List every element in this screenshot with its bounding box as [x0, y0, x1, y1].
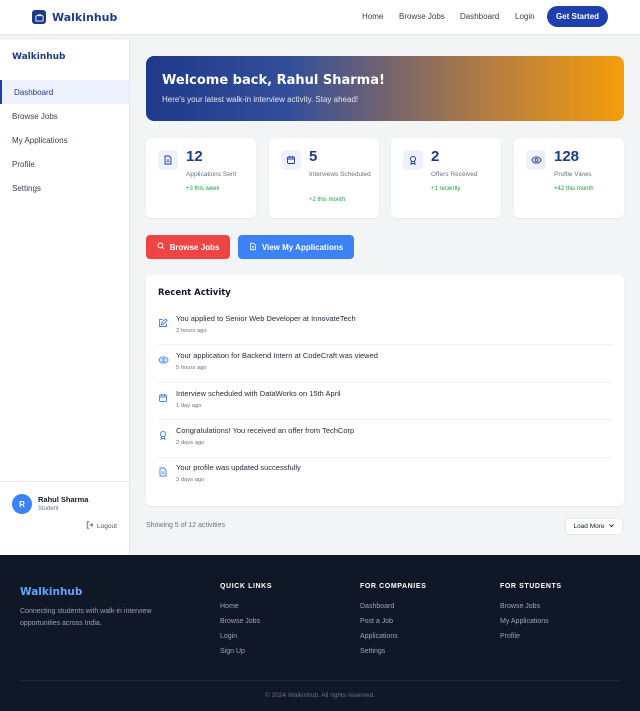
- activity-text: You applied to Senior Web Developer at I…: [176, 314, 356, 323]
- eye-icon: [158, 352, 169, 364]
- document-icon: [158, 464, 168, 477]
- view-applications-button[interactable]: View My Applications: [238, 235, 354, 259]
- award-icon: [158, 427, 168, 441]
- load-more-label: Load More: [573, 523, 605, 530]
- search-icon: [157, 242, 165, 252]
- user-role: Student: [38, 506, 59, 512]
- footer-heading: FOR COMPANIES: [360, 583, 427, 590]
- eye-icon: [526, 150, 546, 170]
- sidebar-title: Walkinhub: [12, 52, 66, 62]
- activity-time: 3 days ago: [176, 477, 205, 483]
- stat-value: 12: [186, 148, 203, 165]
- activity-text: Congratulations! You received an offer f…: [176, 426, 355, 435]
- nav-link-home[interactable]: Home: [362, 12, 383, 21]
- view-applications-label: View My Applications: [261, 242, 344, 252]
- stat-card-offers: 2 Offers Received +1 recently: [391, 138, 501, 218]
- calendar-icon: [281, 150, 301, 170]
- browse-jobs-label: Browse Jobs: [169, 242, 220, 252]
- sidebar-divider: [0, 481, 129, 482]
- stat-card-applications: 12 Applications Sent +3 this week: [146, 138, 256, 218]
- activity-text: Your profile was updated successfully: [176, 463, 301, 472]
- brand-name: Walkinhub: [52, 10, 118, 24]
- browse-jobs-button[interactable]: Browse Jobs: [146, 235, 230, 259]
- footer-link-profile[interactable]: Profile: [500, 633, 520, 640]
- footer-heading: FOR STUDENTS: [500, 583, 562, 590]
- calendar-icon: [158, 390, 168, 402]
- footer-link-home[interactable]: Home: [220, 603, 239, 610]
- divider: [158, 419, 612, 420]
- briefcase-icon: [32, 10, 46, 24]
- sidebar-item-browse-jobs[interactable]: Browse Jobs: [0, 104, 129, 128]
- copyright: © 2024 Walkinhub. All rights reserved.: [264, 692, 376, 699]
- list-item[interactable]: You applied to Senior Web Developer at I…: [158, 314, 612, 351]
- stat-value: 128: [554, 148, 580, 165]
- brand-link[interactable]: Walkinhub: [32, 10, 117, 24]
- footer-link-dashboard[interactable]: Dashboard: [360, 603, 394, 610]
- stat-value: 5: [309, 148, 318, 165]
- stat-card-interviews: 5 Interviews Scheduled +2 this month: [269, 138, 379, 218]
- footer-link-applications[interactable]: Applications: [360, 633, 398, 640]
- stat-label: Profile Views: [554, 171, 592, 178]
- stat-value: 2: [431, 148, 440, 165]
- stat-change: +2 this month: [309, 197, 346, 203]
- footer-divider: [20, 680, 620, 681]
- edit-icon: [158, 315, 168, 327]
- user-name: Rahul Sharma: [38, 495, 89, 504]
- avatar: R: [12, 494, 32, 514]
- welcome-title: Welcome back, Rahul Sharma!: [162, 73, 385, 88]
- list-item[interactable]: Your profile was updated successfully 3 …: [158, 463, 612, 500]
- sidebar-item-profile[interactable]: Profile: [0, 152, 129, 176]
- nav-link-browse-jobs[interactable]: Browse Jobs: [399, 12, 445, 21]
- stat-label: Offers Received: [431, 171, 478, 178]
- nav-link-login[interactable]: Login: [515, 12, 535, 21]
- footer: Walkinhub Connecting students with walk-…: [0, 555, 640, 711]
- activity-time: 1 day ago: [176, 403, 202, 409]
- activity-time: 5 hours ago: [176, 365, 207, 371]
- document-icon: [158, 150, 178, 170]
- footer-brand: Walkinhub: [20, 586, 83, 598]
- activity-time: 2 days ago: [176, 440, 205, 446]
- chevron-down-icon: [608, 522, 615, 531]
- activity-time: 2 hours ago: [176, 328, 207, 334]
- load-more-button[interactable]: Load More: [565, 518, 623, 535]
- recent-activity-panel: Recent Activity You applied to Senior We…: [146, 275, 624, 506]
- footer-link-settings[interactable]: Settings: [360, 648, 385, 655]
- document-icon: [249, 242, 257, 253]
- footer-link-sign-up[interactable]: Sign Up: [220, 648, 245, 655]
- footer-heading: QUICK LINKS: [220, 583, 273, 590]
- sidebar: Walkinhub Dashboard Browse Jobs My Appli…: [0, 40, 130, 555]
- sidebar-item-settings[interactable]: Settings: [0, 176, 129, 200]
- logout-label: Logout: [97, 522, 117, 530]
- footer-link-login[interactable]: Login: [220, 633, 237, 640]
- sidebar-item-dashboard[interactable]: Dashboard: [0, 80, 129, 104]
- stat-change: +3 this week: [186, 186, 220, 192]
- footer-description: Connecting students with walk-in intervi…: [20, 608, 152, 627]
- activity-text: Your application for Backend Intern at C…: [176, 351, 378, 360]
- get-started-button[interactable]: Get Started: [547, 6, 608, 27]
- footer-link-post-job[interactable]: Post a Job: [360, 618, 393, 625]
- list-item[interactable]: Interview scheduled with DataWorks on 15…: [158, 389, 612, 426]
- stat-change: +1 recently: [431, 186, 461, 192]
- award-icon: [403, 150, 423, 170]
- stat-label: Applications Sent: [186, 171, 237, 178]
- stat-label: Interviews Scheduled: [309, 171, 371, 178]
- footer-link-browse-jobs[interactable]: Browse Jobs: [500, 603, 540, 610]
- divider: [158, 344, 612, 345]
- footer-link-browse-jobs[interactable]: Browse Jobs: [220, 618, 260, 625]
- footer-link-my-applications[interactable]: My Applications: [500, 618, 549, 625]
- nav-link-dashboard[interactable]: Dashboard: [460, 12, 499, 21]
- logout-button[interactable]: Logout: [86, 521, 117, 531]
- divider: [158, 457, 612, 458]
- sidebar-item-my-applications[interactable]: My Applications: [0, 128, 129, 152]
- welcome-banner: Welcome back, Rahul Sharma! Here's your …: [146, 56, 624, 121]
- recent-activity-title: Recent Activity: [158, 288, 231, 298]
- welcome-subtitle: Here's your latest walk-in interview act…: [162, 95, 359, 104]
- stat-card-profile-views: 128 Profile Views +42 this month: [514, 138, 624, 218]
- divider: [158, 382, 612, 383]
- activity-text: Interview scheduled with DataWorks on 15…: [176, 389, 341, 398]
- logout-icon: [86, 521, 94, 531]
- activity-count: Showing 5 of 12 activities: [146, 522, 225, 529]
- stat-change: +42 this month: [554, 186, 594, 192]
- top-navbar: Walkinhub Home Browse Jobs Dashboard Log…: [0, 0, 640, 35]
